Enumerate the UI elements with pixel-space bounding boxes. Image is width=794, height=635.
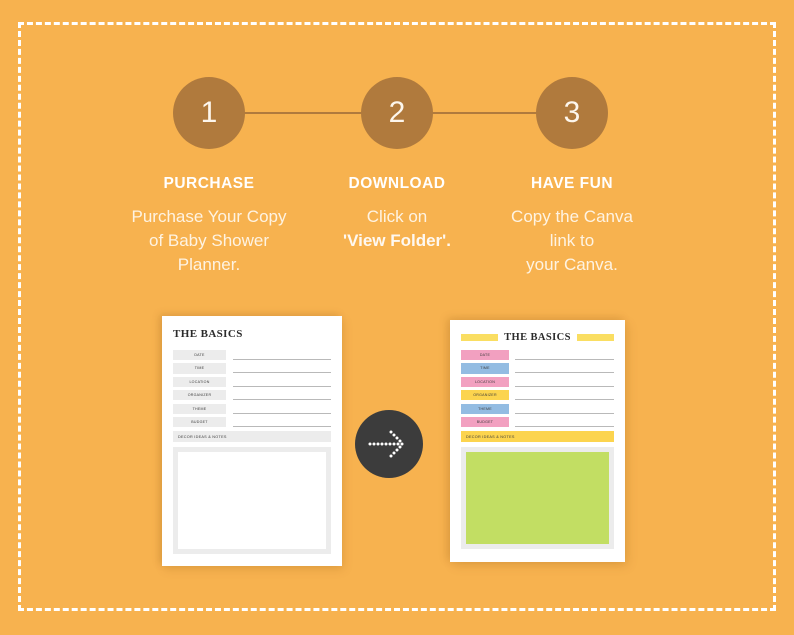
colored-field-label-date: DATE	[461, 350, 509, 361]
plain-notes-frame	[173, 447, 331, 555]
step-1-desc-line-2: of Baby Shower	[148, 231, 269, 251]
step-1-desc-line-1: Purchase Your Copy	[131, 207, 287, 226]
colored-doc-title-row: THE BASICS	[461, 332, 614, 343]
plain-field-line-theme	[233, 404, 331, 414]
plain-field-line-budget	[233, 417, 331, 427]
step-2: 2 DOWNLOAD Click on 'View Folder'.	[297, 77, 497, 253]
colored-field-label-location: LOCATION	[461, 376, 509, 387]
step-3-circle: 3	[536, 77, 608, 149]
plain-field-row: THEME	[173, 403, 331, 414]
colored-field-label-time: TIME	[461, 363, 509, 374]
step-2-desc-emphasis: 'View Folder'.	[343, 231, 451, 251]
colored-notes-frame	[461, 447, 614, 550]
title-bar-left	[461, 334, 498, 341]
colored-field-row: THEME	[461, 403, 614, 414]
plain-field-line-organizer	[233, 390, 331, 401]
step-3-title: HAVE FUN	[530, 175, 614, 192]
colored-field-row: ORGANIZER	[461, 390, 614, 401]
colored-field-label-budget: BUDGET	[461, 416, 509, 428]
dotted-arrow-right-icon	[367, 427, 411, 461]
step-3-desc-line-3: your Canva.	[526, 255, 618, 275]
plain-field-label-theme: THEME	[173, 403, 226, 414]
promo-graphic-canvas: 1 PURCHASE Purchase Your Copy of Baby Sh…	[0, 0, 794, 635]
step-1-number: 1	[200, 96, 218, 129]
step-1-desc-line-3: Planner.	[177, 255, 241, 275]
plain-field-label-date: DATE	[173, 350, 226, 361]
document-preview-colored: THE BASICS DATE TIME LOCATION ORGANIZER …	[450, 320, 625, 562]
plain-field-row: ORGANIZER	[173, 390, 331, 401]
step-2-number: 2	[388, 96, 406, 129]
plain-field-label-organizer: ORGANIZER	[173, 390, 226, 401]
plain-field-label-time: TIME	[173, 363, 226, 374]
colored-doc-content: THE BASICS DATE TIME LOCATION ORGANIZER …	[461, 332, 614, 551]
colored-field-row: LOCATION	[461, 376, 614, 387]
colored-notes-area	[466, 452, 609, 545]
colored-field-line-organizer	[515, 390, 614, 401]
plain-notes-heading: DECOR IDEAS & NOTES	[173, 431, 331, 443]
step-2-circle: 2	[361, 77, 433, 149]
step-1-circle: 1	[173, 77, 245, 149]
colored-notes-heading: DECOR IDEAS & NOTES	[461, 431, 614, 443]
colored-field-row: TIME	[461, 363, 614, 374]
plain-doc-title: THE BASICS	[173, 328, 243, 340]
step-2-description: Click on 'View Folder'.	[297, 205, 497, 253]
plain-field-line-date	[233, 350, 331, 361]
plain-doc-content: THE BASICS DATE TIME LOCATION ORGANIZER …	[173, 328, 331, 555]
colored-field-line-date	[515, 350, 614, 361]
colored-field-label-theme: THEME	[461, 403, 509, 414]
step-1-title: PURCHASE	[163, 175, 255, 192]
colored-field-line-budget	[515, 417, 614, 427]
step-2-desc-line-2: 'View Folder'.	[297, 229, 497, 253]
step-2-desc-line-1: Click on	[366, 207, 428, 226]
colored-doc-title: THE BASICS	[504, 332, 571, 343]
plain-field-label-budget: BUDGET	[173, 416, 226, 428]
plain-field-line-location	[233, 377, 331, 387]
step-3-number: 3	[563, 96, 581, 129]
steps-section: 1 PURCHASE Purchase Your Copy of Baby Sh…	[0, 0, 794, 300]
title-bar-right	[577, 334, 614, 341]
colored-field-line-theme	[515, 404, 614, 414]
plain-field-label-location: LOCATION	[173, 376, 226, 387]
plain-field-row: BUDGET	[173, 416, 331, 428]
plain-field-line-time	[233, 363, 331, 374]
plain-field-row: TIME	[173, 363, 331, 374]
step-1: 1 PURCHASE Purchase Your Copy of Baby Sh…	[109, 77, 309, 277]
colored-field-label-organizer: ORGANIZER	[461, 390, 509, 401]
transform-arrow-badge	[355, 410, 423, 478]
document-preview-plain: THE BASICS DATE TIME LOCATION ORGANIZER …	[162, 316, 342, 566]
plain-field-row: LOCATION	[173, 376, 331, 387]
colored-field-line-location	[515, 377, 614, 387]
step-3-desc-line-2: link to	[549, 231, 595, 251]
plain-notes-area	[178, 452, 326, 550]
step-1-description: Purchase Your Copy of Baby Shower Planne…	[109, 205, 309, 277]
colored-field-line-time	[515, 363, 614, 374]
step-3-description: Copy the Canva link to your Canva.	[472, 205, 672, 277]
step-3: 3 HAVE FUN Copy the Canva link to your C…	[472, 77, 672, 277]
plain-field-row: DATE	[173, 350, 331, 361]
step-3-desc-line-1: Copy the Canva	[511, 207, 633, 226]
colored-field-row: DATE	[461, 350, 614, 361]
colored-field-row: BUDGET	[461, 416, 614, 428]
step-2-title: DOWNLOAD	[348, 175, 446, 192]
